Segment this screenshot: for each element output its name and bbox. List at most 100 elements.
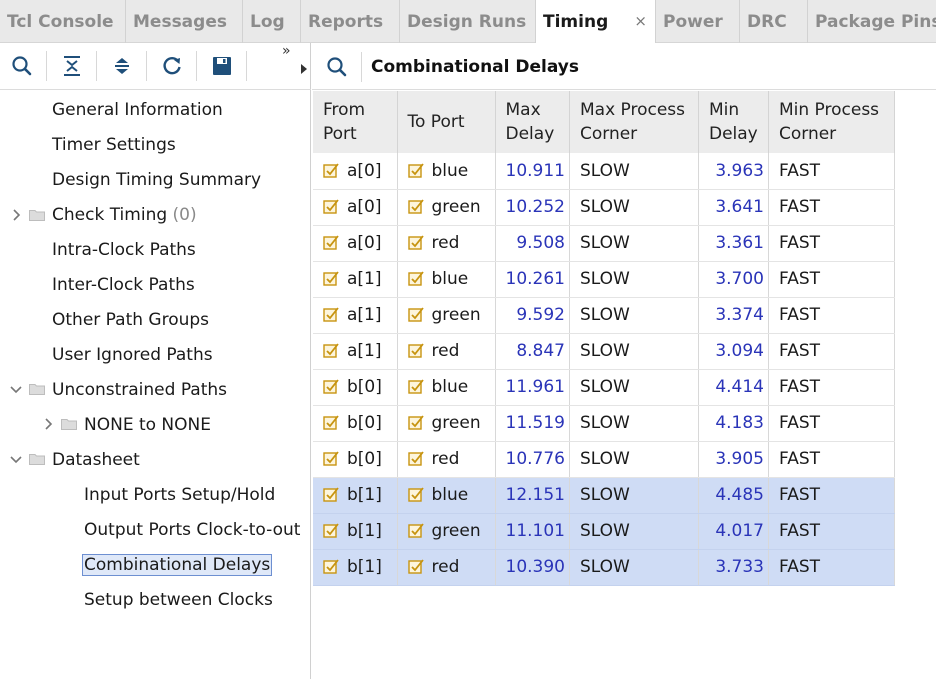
table-row[interactable]: a[0] blue 10.911 SLOW 3.963 FAST <box>313 153 895 190</box>
tab-design-runs[interactable]: Design Runs <box>400 0 536 43</box>
search-button[interactable] <box>8 52 36 80</box>
cell-max-process-corner: SLOW <box>569 477 699 514</box>
cell-from-port: a[0] <box>313 225 398 262</box>
port-icon <box>407 379 424 394</box>
cell-text: red <box>431 341 460 361</box>
tab-tcl-console[interactable]: Tcl Console <box>0 0 126 43</box>
collapse-panel-icon[interactable] <box>300 63 308 75</box>
cell-min-process-corner: FAST <box>768 333 895 370</box>
search-icon <box>12 56 32 76</box>
toolbar-divider <box>361 52 362 82</box>
tab-log[interactable]: Log <box>243 0 301 43</box>
results-toolbar: Combinational Delays <box>312 43 936 90</box>
tree-item-inter-clock-paths[interactable]: Inter-Clock Paths <box>52 267 195 302</box>
table-row[interactable]: b[0] green 11.519 SLOW 4.183 FAST <box>313 405 895 442</box>
tree-item-design-timing-summary[interactable]: Design Timing Summary <box>52 162 261 197</box>
table-row[interactable]: a[1] red 8.847 SLOW 3.094 FAST <box>313 333 895 370</box>
tree-item-label: Timer Settings <box>52 134 176 155</box>
tree-item-combinational-delays[interactable]: Combinational Delays <box>82 547 273 582</box>
column-header-from-port[interactable]: From Port <box>313 91 398 153</box>
tree-item-intra-clock-paths[interactable]: Intra-Clock Paths <box>52 232 196 267</box>
tree-item-check-timing[interactable]: Check Timing (0) <box>52 197 197 232</box>
cell-max-process-corner: SLOW <box>569 297 699 334</box>
tree-item-general-information[interactable]: General Information <box>52 92 223 127</box>
table-row[interactable]: a[0] red 9.508 SLOW 3.361 FAST <box>313 225 895 262</box>
cell-to-port: blue <box>397 369 496 406</box>
chevron-down-icon[interactable] <box>10 453 22 465</box>
chevron-down-icon[interactable] <box>10 383 22 395</box>
tree-item-unconstrained-paths[interactable]: Unconstrained Paths <box>52 372 227 407</box>
cell-to-port: red <box>397 549 496 586</box>
tree-item-none-to-none[interactable]: NONE to NONE <box>84 407 211 442</box>
cell-text: blue <box>431 485 469 505</box>
table-row[interactable]: a[1] blue 10.261 SLOW 3.700 FAST <box>313 261 895 298</box>
table-row[interactable]: b[1] red 10.390 SLOW 3.733 FAST <box>313 549 895 586</box>
tree-item-setup-between-clocks[interactable]: Setup between Clocks <box>84 582 273 617</box>
tab-label: Package Pins <box>815 11 936 32</box>
tab-reports[interactable]: Reports <box>301 0 400 43</box>
cell-max-process-corner: SLOW <box>569 549 699 586</box>
header-label: Max Process Corner <box>579 100 686 144</box>
cell-max-delay: 11.961 <box>495 369 570 406</box>
port-icon <box>407 487 424 502</box>
header-label: From Port <box>323 100 366 144</box>
chevron-right-icon[interactable] <box>10 209 22 221</box>
tab-label: Reports <box>308 11 384 32</box>
search-icon <box>327 57 347 77</box>
tab-timing[interactable]: Timing × <box>536 0 656 44</box>
header-label: Min Process Corner <box>778 100 880 144</box>
cell-text: green <box>431 197 481 217</box>
tab-drc[interactable]: DRC <box>740 0 808 43</box>
table-row[interactable]: a[0] green 10.252 SLOW 3.641 FAST <box>313 189 895 226</box>
column-header-max-process-corner[interactable]: Max Process Corner <box>569 91 699 153</box>
cell-from-port: a[1] <box>313 333 398 370</box>
tab-package-pins[interactable]: Package Pins <box>808 0 936 43</box>
cell-text: b[0] <box>347 377 382 397</box>
column-header-min-process-corner[interactable]: Min Process Corner <box>768 91 895 153</box>
cell-to-port: green <box>397 513 496 550</box>
cell-from-port: b[1] <box>313 513 398 550</box>
table-row[interactable]: b[1] green 11.101 SLOW 4.017 FAST <box>313 513 895 550</box>
collapse-all-icon <box>64 56 80 76</box>
tree-item-output-ports-clock-to-out[interactable]: Output Ports Clock-to-out <box>84 512 300 547</box>
expand-all-button[interactable] <box>108 52 136 80</box>
cell-min-delay: 4.485 <box>698 477 769 514</box>
close-tab-icon[interactable]: × <box>634 12 647 30</box>
toolbar-overflow-button[interactable]: » <box>282 43 291 59</box>
cell-to-port: green <box>397 405 496 442</box>
table-row[interactable]: b[0] blue 11.961 SLOW 4.414 FAST <box>313 369 895 406</box>
port-icon <box>323 163 339 178</box>
refresh-button[interactable] <box>158 52 186 80</box>
port-icon <box>323 343 339 358</box>
tree-item-label: Input Ports Setup/Hold <box>84 484 276 505</box>
cell-to-port: red <box>397 441 496 478</box>
tab-messages[interactable]: Messages <box>126 0 243 43</box>
tree-item-user-ignored-paths[interactable]: User Ignored Paths <box>52 337 213 372</box>
search-button[interactable] <box>324 54 350 80</box>
toolbar-divider <box>96 51 97 81</box>
cell-max-process-corner: SLOW <box>569 189 699 226</box>
column-header-to-port[interactable]: To Port <box>397 91 496 153</box>
cell-text: green <box>431 521 481 541</box>
port-icon <box>323 271 339 286</box>
tab-label: Timing <box>543 12 609 32</box>
tree-item-input-ports-setup-hold[interactable]: Input Ports Setup/Hold <box>84 477 275 512</box>
column-header-max-delay[interactable]: Max Delay <box>495 91 570 153</box>
cell-text: a[0] <box>347 233 382 253</box>
chevron-right-icon[interactable] <box>42 418 54 430</box>
column-header-min-delay[interactable]: Min Delay <box>698 91 769 153</box>
table-row[interactable]: b[1] blue 12.151 SLOW 4.485 FAST <box>313 477 895 514</box>
tab-label: DRC <box>747 11 787 32</box>
tree-item-label: Other Path Groups <box>52 309 210 330</box>
tree-item-datasheet[interactable]: Datasheet <box>52 442 140 477</box>
tree-item-timer-settings[interactable]: Timer Settings <box>52 127 176 162</box>
tree-item-other-path-groups[interactable]: Other Path Groups <box>52 302 209 337</box>
tree-item-label: Inter-Clock Paths <box>52 274 195 295</box>
table-row[interactable]: b[0] red 10.776 SLOW 3.905 FAST <box>313 441 895 478</box>
tab-power[interactable]: Power <box>656 0 740 43</box>
collapse-all-button[interactable] <box>58 52 86 80</box>
save-button[interactable] <box>208 52 236 80</box>
tab-label: Tcl Console <box>7 11 114 32</box>
table-row[interactable]: a[1] green 9.592 SLOW 3.374 FAST <box>313 297 895 334</box>
cell-min-delay: 4.183 <box>698 405 769 442</box>
